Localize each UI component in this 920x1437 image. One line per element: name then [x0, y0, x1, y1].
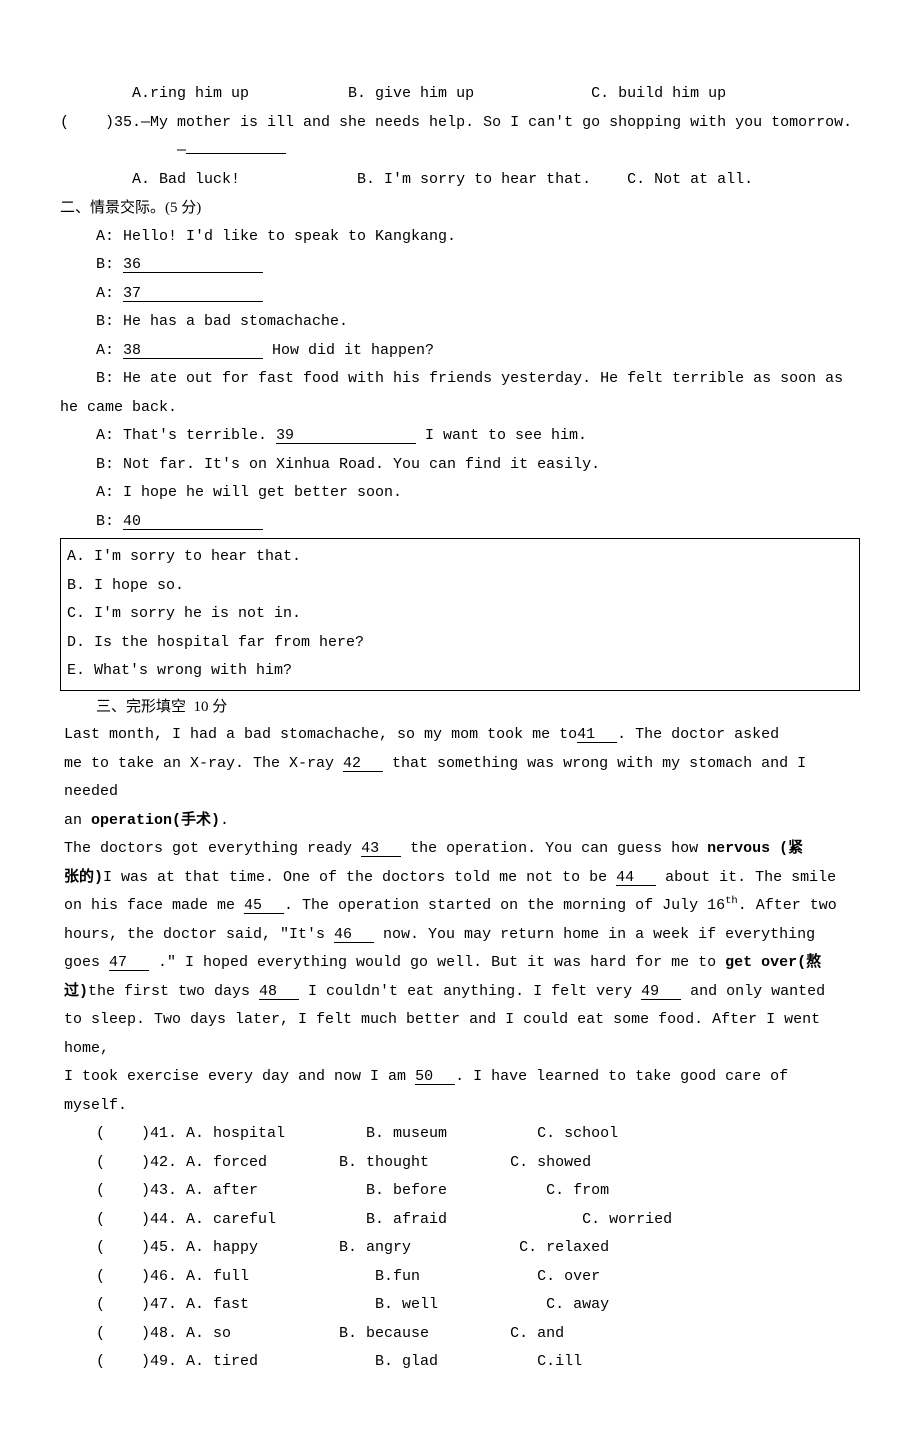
blank-46[interactable]: 46 — [334, 927, 374, 943]
section3-title: 三、完形填空 10 分 — [60, 693, 860, 722]
blank-45[interactable]: 45 — [244, 898, 284, 914]
b1-prefix: B: — [96, 256, 123, 273]
cl-p5a: 张的) — [64, 869, 103, 886]
cl-p9b: the first two days — [88, 983, 259, 1000]
cl-p9c: I couldn't eat anything. I felt very — [299, 983, 641, 1000]
blank-43[interactable]: 43 — [361, 841, 401, 857]
dialog-line-b4: B: Not far. It's on Xinhua Road. You can… — [60, 451, 860, 480]
blank-40[interactable]: 40 — [123, 514, 263, 530]
blank-38-num: 38 — [123, 342, 141, 359]
cl-p9d: and only wanted — [681, 983, 825, 1000]
section2-title: 二、情景交际。(5 分) — [60, 194, 860, 223]
cl-p9a: 过) — [64, 983, 88, 1000]
q35-blank[interactable] — [186, 153, 286, 154]
cl-p8a: goes — [64, 954, 109, 971]
cl-p7a: hours, the doctor said, "It's — [64, 926, 334, 943]
cl-p7b: now. You may return home in a week if ev… — [374, 926, 815, 943]
opt-row-47: ( )47. A. fast B. well C. away — [60, 1291, 860, 1320]
box-opt-d: D. Is the hospital far from here? — [67, 629, 853, 658]
blank-37[interactable]: 37 — [123, 286, 263, 302]
box-opt-e: E. What's wrong with him? — [67, 657, 853, 686]
cl-p3b: . — [220, 812, 229, 829]
cl-p6a: on his face made me — [64, 897, 244, 914]
cl-operation: operation(手术) — [91, 812, 220, 829]
box-opt-b: B. I hope so. — [67, 572, 853, 601]
dialog-line-b3-p2: he came back. — [60, 394, 860, 423]
blank-40-num: 40 — [123, 513, 141, 530]
cl-p6b: . The operation started on the morning o… — [284, 897, 725, 914]
q35-dash-line: — — [60, 137, 860, 166]
blank-44[interactable]: 44 — [616, 870, 656, 886]
q35-dash: — — [96, 142, 186, 159]
cl-p11a: I took exercise every day and now I am — [64, 1068, 415, 1085]
cl-p3a: an — [64, 812, 91, 829]
a3-prefix: A: — [96, 342, 123, 359]
opt-row-43: ( )43. A. after B. before C. from — [60, 1177, 860, 1206]
cl-p4b: the operation. You can guess how — [401, 840, 707, 857]
box-opt-a: A. I'm sorry to hear that. — [67, 543, 853, 572]
dialog-line-a1: A: Hello! I'd like to speak to Kangkang. — [60, 223, 860, 252]
q35-options: A. Bad luck! B. I'm sorry to hear that. … — [60, 166, 860, 195]
dialog-line-a2: A: 37 — [60, 280, 860, 309]
b5-prefix: B: — [96, 513, 123, 530]
blank-36[interactable]: 36 — [123, 257, 263, 273]
blank-47[interactable]: 47 — [109, 955, 149, 971]
opt-row-48: ( )48. A. so B. because C. and — [60, 1320, 860, 1349]
cloze-passage: Last month, I had a bad stomachache, so … — [60, 721, 860, 1120]
cl-p5c: about it. The smile — [656, 869, 836, 886]
opt-row-46: ( )46. A. full B.fun C. over — [60, 1263, 860, 1292]
a4-suffix: I want to see him. — [416, 427, 587, 444]
cl-p8b: ." I hoped everything would go well. But… — [149, 954, 725, 971]
options-box: A. I'm sorry to hear that. B. I hope so.… — [60, 538, 860, 691]
cl-p5b: I was at that time. One of the doctors t… — [103, 869, 616, 886]
blank-39-num: 39 — [276, 427, 294, 444]
a3-suffix: How did it happen? — [263, 342, 434, 359]
dialog-line-b3-p1: B: He ate out for fast food with his fri… — [60, 365, 860, 394]
a2-prefix: A: — [96, 285, 123, 302]
dialog-line-b2: B: He has a bad stomachache. — [60, 308, 860, 337]
opt-row-44: ( )44. A. careful B. afraid C. worried — [60, 1206, 860, 1235]
cl-getover: get over(熬 — [725, 954, 821, 971]
blank-36-num: 36 — [123, 256, 141, 273]
blank-38[interactable]: 38 — [123, 343, 263, 359]
ordinal-th: th — [725, 895, 738, 907]
box-opt-c: C. I'm sorry he is not in. — [67, 600, 853, 629]
a4-prefix: A: That's terrible. — [96, 427, 276, 444]
blank-41[interactable]: 41 — [577, 727, 617, 743]
opt-row-49: ( )49. A. tired B. glad C.ill — [60, 1348, 860, 1377]
q35-stem: ( )35.—My mother is ill and she needs he… — [60, 109, 860, 138]
cl-p6c: . After two — [738, 897, 837, 914]
dialog-line-b5: B: 40 — [60, 508, 860, 537]
dialog-line-a5: A: I hope he will get better soon. — [60, 479, 860, 508]
cl-p1a: Last month, I had a bad stomachache, so … — [64, 726, 577, 743]
cl-p10: to sleep. Two days later, I felt much be… — [64, 1011, 820, 1057]
q-options-row: A.ring him up B. give him up C. build hi… — [60, 80, 860, 109]
cl-nervous: nervous (紧 — [707, 840, 803, 857]
opt-row-45: ( )45. A. happy B. angry C. relaxed — [60, 1234, 860, 1263]
dialog-line-b1: B: 36 — [60, 251, 860, 280]
cl-p1b: . The doctor asked — [617, 726, 779, 743]
cl-p4a: The doctors got everything ready — [64, 840, 361, 857]
blank-50[interactable]: 50 — [415, 1069, 455, 1085]
blank-48[interactable]: 48 — [259, 984, 299, 1000]
blank-37-num: 37 — [123, 285, 141, 302]
dialog-line-a3: A: 38 How did it happen? — [60, 337, 860, 366]
blank-39[interactable]: 39 — [276, 428, 416, 444]
dialog-line-a4: A: That's terrible. 39 I want to see him… — [60, 422, 860, 451]
opt-row-41: ( )41. A. hospital B. museum C. school — [60, 1120, 860, 1149]
opt-row-42: ( )42. A. forced B. thought C. showed — [60, 1149, 860, 1178]
cl-p2a: me to take an X-ray. The X-ray — [64, 755, 343, 772]
blank-49[interactable]: 49 — [641, 984, 681, 1000]
blank-42[interactable]: 42 — [343, 756, 383, 772]
